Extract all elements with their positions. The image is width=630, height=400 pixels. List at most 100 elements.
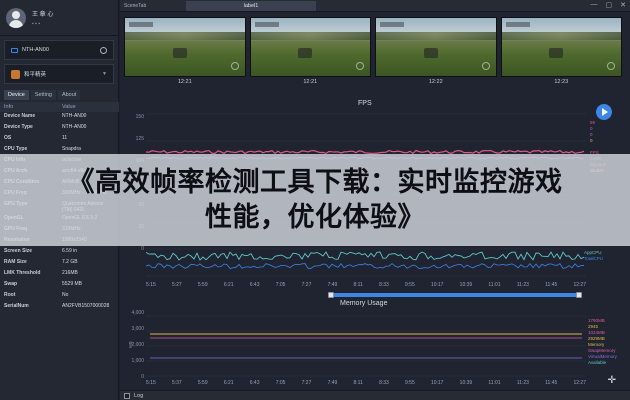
x-tick: 7:05 (275, 282, 286, 288)
y-tick: 150 (135, 114, 144, 120)
info-key: Root (4, 292, 16, 298)
info-key: RAM Size (4, 259, 27, 265)
fps-chart-title: FPS (358, 100, 372, 107)
table-row: Screen Size 6.59 in (0, 247, 119, 258)
screenshot-thumbnail[interactable]: 12:22 (375, 17, 497, 89)
x-tick: 7:49 (327, 380, 338, 386)
device-select[interactable]: NTH-AN00 (4, 40, 114, 60)
profile-name: 王 章 心 (32, 11, 54, 18)
y-tick: 125 (135, 136, 144, 142)
scene-toolbar: SceneTab label1 — ▢ ✕ (120, 0, 630, 12)
y-tick: 2,000 (131, 342, 144, 348)
screenshot-thumbnail[interactable]: 12:21 (124, 17, 246, 89)
memory-chart-title: Memory Usage (340, 300, 388, 307)
x-tick: 11:23 (516, 282, 529, 288)
x-tick: 8:11 (353, 380, 363, 386)
x-tick: 5:59 (197, 282, 208, 288)
info-value: No (62, 292, 69, 298)
memory-y-axis-label: MB (128, 341, 133, 348)
tab-about[interactable]: About (57, 90, 81, 100)
info-value: NTH-AN00 (62, 124, 87, 130)
table-row: SerialNum AN2FVB1507000028 (0, 302, 119, 313)
x-tick: 8:11 (353, 282, 363, 288)
table-row: Root No (0, 291, 119, 302)
memory-chart-panel: Memory Usage 4,000 3,000 2,000 1,000 0 M… (124, 296, 622, 388)
y-tick: 1,000 (131, 358, 144, 364)
info-key: OS (4, 135, 12, 141)
thumbnail-time: 12:21 (177, 79, 192, 85)
info-value: 216MB (62, 270, 78, 276)
thumbnail-time: 12:23 (554, 79, 569, 85)
table-row: Swap 5529 MB (0, 280, 119, 291)
x-tick: 12:27 (573, 282, 586, 288)
x-tick: 6:43 (249, 380, 260, 386)
app-select[interactable]: 和平精英 ▼ (4, 64, 114, 84)
y-tick: 0 (141, 374, 144, 380)
x-tick: 10:39 (459, 380, 473, 386)
x-tick: 5:15 (146, 282, 156, 288)
x-tick: 6:21 (223, 282, 234, 288)
device-select-value: NTH-AN00 (22, 47, 49, 53)
thumbnail-time: 12:22 (428, 79, 443, 85)
x-tick: 5:15 (146, 380, 156, 386)
column-header-info: Info (0, 102, 58, 112)
x-tick: 7:05 (275, 380, 286, 386)
info-key: LMK Threshold (4, 270, 41, 276)
profile-subtitle: ▪ ▪ ▪ (32, 20, 41, 27)
x-tick: 6:43 (249, 282, 260, 288)
close-icon[interactable]: ✕ (620, 1, 626, 9)
table-row: Device Type NTH-AN00 (0, 123, 119, 134)
x-tick: 5:27 (171, 282, 182, 288)
info-value: 6.59 in (62, 248, 78, 254)
tab-setting[interactable]: Setting (30, 90, 56, 100)
play-button[interactable] (596, 104, 612, 120)
avatar[interactable] (6, 7, 26, 28)
label-tab[interactable]: label1 (186, 0, 316, 11)
legend-label: Available (588, 360, 607, 365)
banner-title-line-2: 性能，优化体验》 (205, 202, 425, 233)
x-tick: 11:23 (516, 380, 529, 386)
table-row: RAM Size 7.2 GB (0, 258, 119, 269)
info-key: Device Name (4, 113, 36, 119)
gear-icon[interactable] (100, 46, 107, 54)
x-tick: 10:17 (430, 282, 444, 288)
sidebar-tabs: Device Setting About (4, 90, 114, 100)
info-key: SerialNum (4, 303, 29, 309)
screenshot-strip: 12:21 12:21 12:22 12:23 (124, 17, 622, 89)
x-tick: 5:59 (197, 380, 208, 386)
y-tick: 0 (141, 246, 144, 252)
info-value: 11 (62, 135, 68, 141)
info-value: NTH-AN00 (62, 113, 87, 119)
tab-device[interactable]: Device (4, 90, 29, 100)
legend-value: 0 (590, 138, 593, 143)
table-row: LMK Threshold 216MB (0, 269, 119, 280)
minimize-icon[interactable]: — (591, 1, 598, 9)
pin-icon[interactable]: ✛ (608, 375, 616, 386)
game-screenshot (249, 17, 371, 77)
app-select-value: 和平精英 (24, 72, 47, 78)
fps-x-axis: 5:15 5:27 5:59 6:21 6:43 7:05 7:27 7:49 8:11 8:33… (146, 282, 586, 288)
log-checkbox[interactable] (124, 392, 130, 399)
info-key: Screen Size (4, 248, 33, 254)
x-tick: 9:55 (405, 380, 415, 386)
screenshot-thumbnail[interactable]: 12:23 (500, 17, 622, 89)
x-tick: 9:55 (405, 282, 415, 288)
table-row: Device Name NTH-AN00 (0, 112, 119, 123)
log-label: Log (134, 392, 144, 399)
x-tick: 11:01 (488, 282, 501, 288)
memory-plot (146, 315, 586, 377)
screenshot-thumbnail[interactable]: 12:21 (249, 17, 371, 89)
memory-x-axis: 5:15 5:37 5:59 6:21 6:43 7:05 7:27 7:49 8:11 8:33… (146, 380, 586, 386)
info-value: AN2FVB1507000028 (62, 303, 110, 309)
game-screenshot (375, 17, 497, 77)
column-header-value: Value (58, 102, 119, 112)
scene-tab-label[interactable]: SceneTab (120, 3, 162, 9)
game-screenshot (124, 17, 246, 77)
table-row: OS 11 (0, 134, 119, 145)
profile-section: 王 章 心 ▪ ▪ ▪ (0, 0, 118, 36)
game-screenshot (500, 17, 622, 77)
maximize-icon[interactable]: ▢ (606, 1, 613, 9)
x-tick: 8:33 (379, 282, 389, 288)
y-tick: 3,000 (131, 326, 144, 332)
info-value: 5529 MB (62, 281, 83, 287)
